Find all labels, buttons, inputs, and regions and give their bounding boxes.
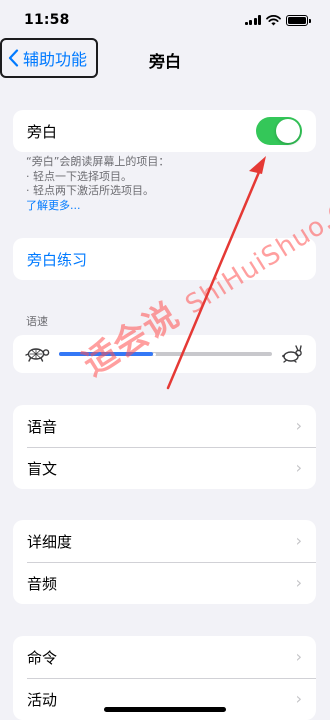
slider-fill — [59, 352, 153, 356]
verbosity-row[interactable]: 详细度 › — [13, 520, 316, 562]
voiceover-label: 旁白 — [27, 122, 58, 141]
verbosity-label: 详细度 — [27, 532, 73, 551]
cellular-signal-icon — [244, 15, 261, 25]
practice-group: 旁白练习 — [13, 238, 316, 280]
chevron-right-icon: › — [295, 573, 302, 592]
toggle-knob — [276, 119, 300, 143]
voiceover-practice-label: 旁白练习 — [27, 250, 88, 269]
voiceover-group: 旁白 — [13, 110, 316, 152]
navigation-bar: 辅助功能 旁白 — [0, 38, 330, 80]
rabbit-icon — [282, 345, 302, 363]
verbosity-group: 详细度 › 音频 › — [13, 520, 316, 604]
voiceover-practice-row[interactable]: 旁白练习 — [13, 238, 316, 280]
audio-label: 音频 — [27, 574, 58, 593]
description-line-2: · 轻点一下选择项目。 — [26, 169, 132, 183]
status-bar: 11:58 — [0, 0, 330, 40]
voiceover-toggle[interactable] — [256, 117, 302, 145]
home-indicator[interactable] — [104, 707, 226, 712]
clock-time: 11:58 — [24, 12, 70, 28]
commands-label: 命令 — [27, 648, 58, 667]
battery-icon — [286, 14, 311, 26]
commands-row[interactable]: 命令 › — [13, 636, 316, 678]
braille-row[interactable]: 盲文 › — [13, 447, 316, 489]
voiceover-description: “旁白”会朗读屏幕上的项目： · 轻点一下选择项目。 · 轻点两下激活所选项目。… — [26, 155, 306, 213]
speaking-rate-header: 语速 — [26, 315, 48, 328]
speech-group: 语音 › 盲文 › — [13, 405, 316, 489]
page-title: 旁白 — [148, 52, 181, 71]
turtle-icon — [25, 348, 50, 362]
learn-more-link[interactable]: 了解更多... — [26, 199, 306, 214]
slider-thumb[interactable] — [152, 352, 156, 356]
description-line-3: · 轻点两下激活所选项目。 — [26, 184, 154, 197]
wifi-icon — [266, 14, 281, 25]
status-icons — [244, 14, 311, 26]
description-line-1: “旁白”会朗读屏幕上的项目： — [26, 155, 170, 168]
speaking-rate-row — [13, 335, 316, 373]
speaking-rate-group — [13, 335, 316, 373]
chevron-right-icon: › — [295, 458, 302, 477]
speaking-rate-slider[interactable] — [59, 352, 272, 356]
chevron-right-icon: › — [295, 416, 302, 435]
speech-label: 语音 — [27, 417, 58, 436]
activities-row[interactable]: 活动 › — [13, 678, 316, 720]
audio-row[interactable]: 音频 › — [13, 562, 316, 604]
chevron-right-icon: › — [295, 531, 302, 550]
activities-label: 活动 — [27, 690, 58, 709]
chevron-right-icon: › — [295, 647, 302, 666]
braille-label: 盲文 — [27, 459, 58, 478]
chevron-right-icon: › — [295, 689, 302, 708]
voiceover-row: 旁白 — [13, 110, 316, 152]
speech-row[interactable]: 语音 › — [13, 405, 316, 447]
